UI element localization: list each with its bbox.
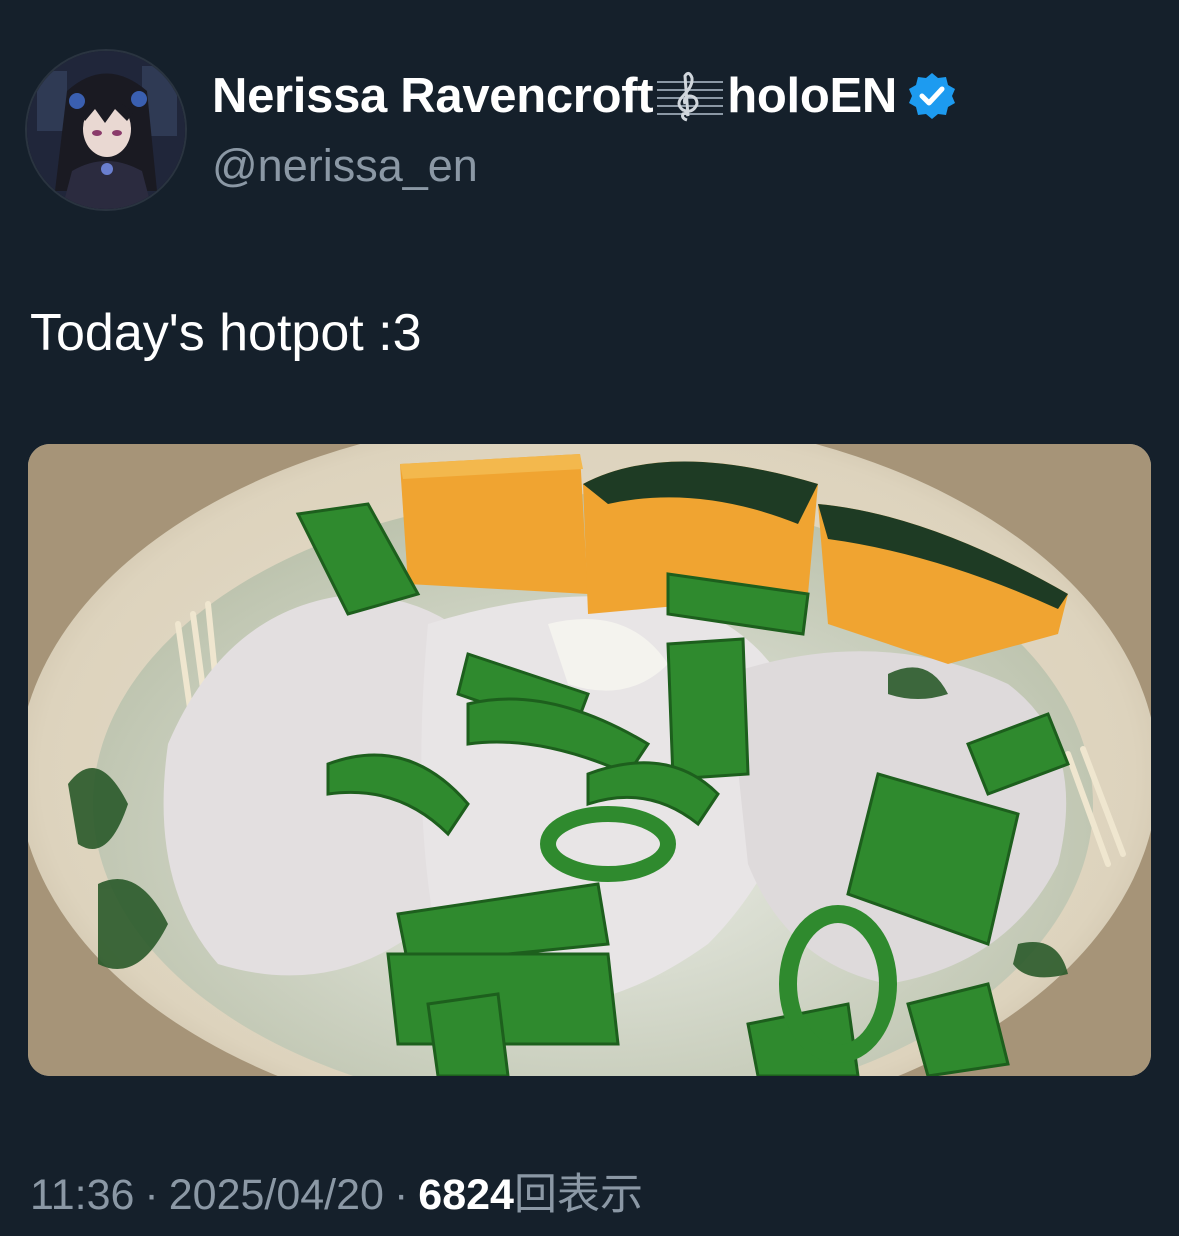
avatar-image xyxy=(27,51,185,209)
display-name-text: Nerissa Ravencroft xyxy=(212,69,654,123)
user-handle[interactable]: @nerissa_en xyxy=(212,140,478,192)
meta-separator: · xyxy=(393,1171,409,1219)
verified-badge-icon xyxy=(907,71,957,121)
tweet: Nerissa Ravencroft holoEN @nerissa_en To… xyxy=(0,0,1179,1236)
tweet-time[interactable]: 11:36 xyxy=(30,1171,134,1220)
display-name[interactable]: Nerissa Ravencroft holoEN xyxy=(212,68,957,124)
musical-score-icon xyxy=(655,70,725,122)
tweet-text: Today's hotpot :3 xyxy=(30,304,422,362)
views-label: 回表示 xyxy=(513,1171,643,1219)
avatar[interactable] xyxy=(27,51,185,209)
display-name-suffix: holoEN xyxy=(727,69,897,123)
tweet-date[interactable]: 2025/04/20 xyxy=(169,1171,384,1220)
tweet-meta: 11:36 · 2025/04/20 · 6824 回表示 xyxy=(30,1160,643,1222)
meta-separator: · xyxy=(144,1171,159,1219)
hotpot-photo xyxy=(28,444,1151,1076)
views-count[interactable]: 6824 xyxy=(418,1171,514,1220)
tweet-photo[interactable] xyxy=(28,444,1151,1076)
